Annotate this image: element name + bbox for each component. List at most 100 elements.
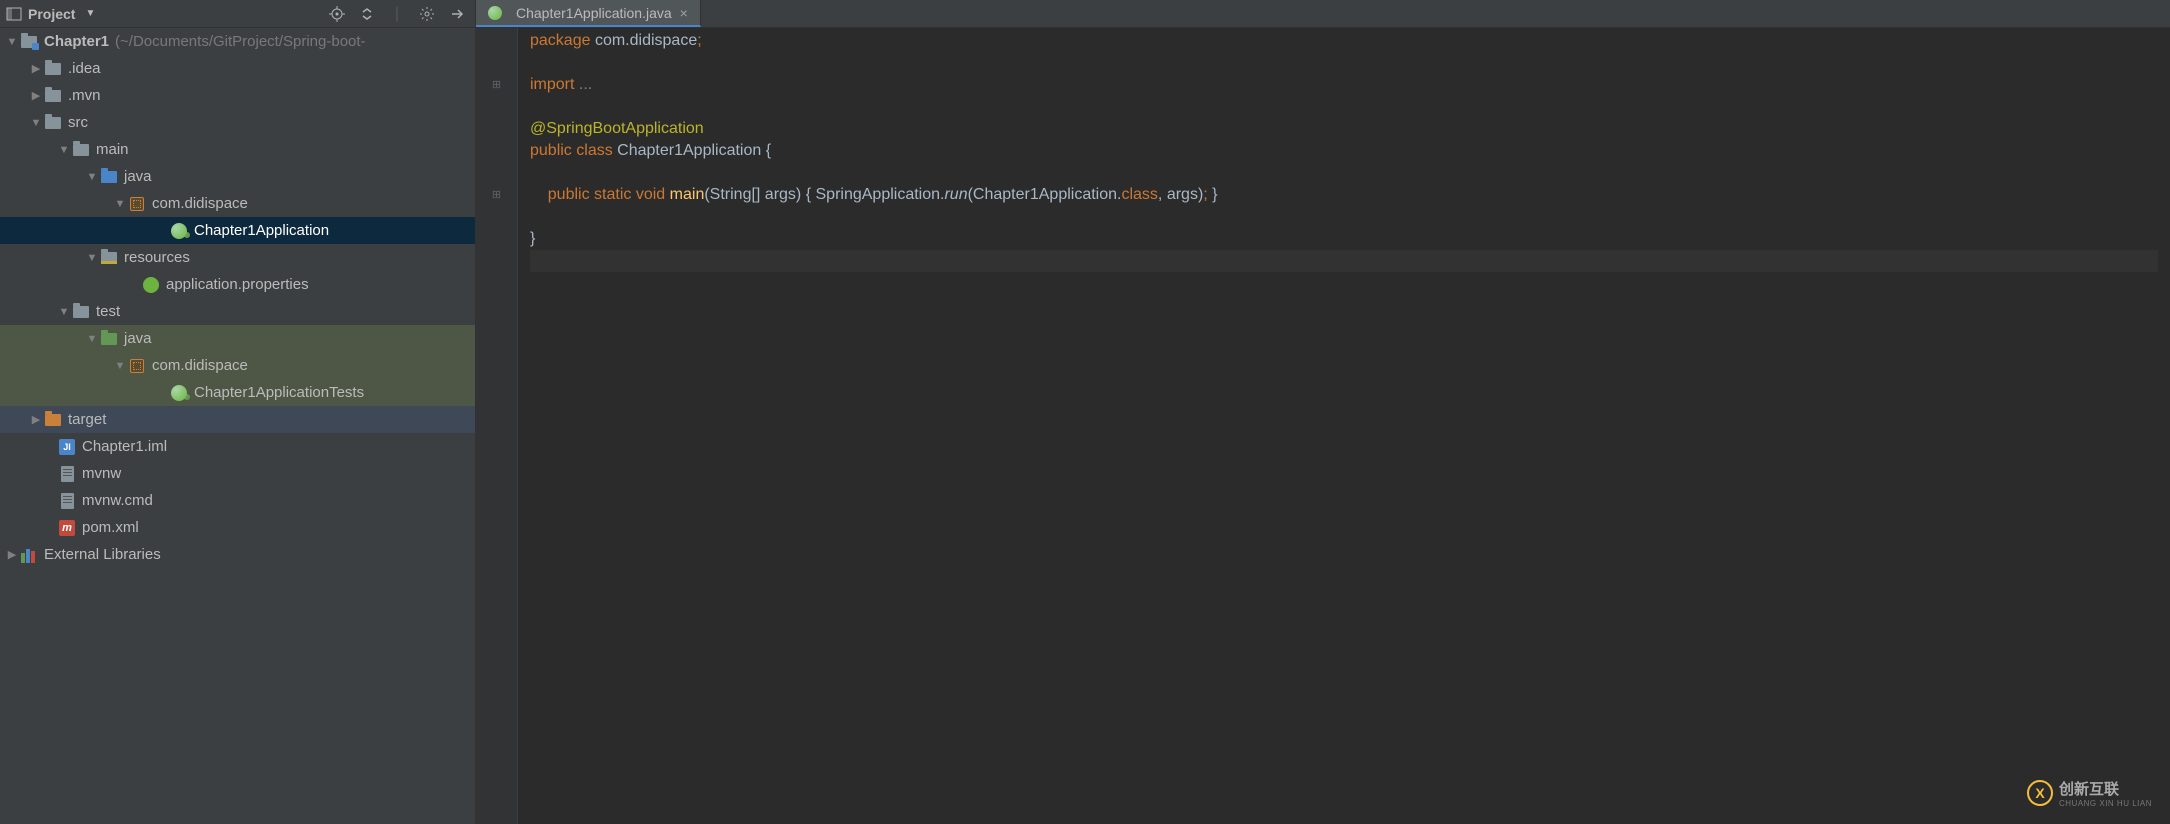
gutter-line	[476, 162, 517, 184]
code-token: public	[548, 186, 590, 203]
dropdown-arrow-icon[interactable]: ▼	[85, 8, 95, 19]
chevron-right-icon[interactable]	[30, 413, 42, 426]
text-file-icon	[58, 493, 76, 509]
code-token: void	[636, 186, 665, 203]
editor-area: Chapter1Application.java × ⊞ ⊞ package c…	[476, 0, 2170, 824]
code-token: }	[530, 230, 535, 247]
package-icon	[128, 358, 146, 374]
module-folder-icon	[20, 34, 38, 50]
tree-item-java-main[interactable]: java	[0, 163, 475, 190]
code-token: class	[1121, 186, 1157, 203]
code-token: ;	[697, 32, 701, 49]
chevron-right-icon[interactable]	[30, 89, 42, 102]
code-token: (Chapter1Application.	[968, 186, 1122, 203]
gutter-line	[476, 96, 517, 118]
tree-item-pkg-test[interactable]: com.didispace	[0, 352, 475, 379]
tree-item-main[interactable]: main	[0, 136, 475, 163]
code-token: }	[1208, 186, 1218, 203]
watermark: X 创新互联 CHUANG XIN HU LIAN	[2027, 778, 2152, 808]
tree-item-src[interactable]: src	[0, 109, 475, 136]
chevron-right-icon[interactable]	[30, 62, 42, 75]
tree-item-java-test[interactable]: java	[0, 325, 475, 352]
chevron-down-icon[interactable]	[30, 117, 42, 129]
code-token: run	[944, 186, 967, 203]
folder-icon	[72, 304, 90, 320]
locate-icon[interactable]	[327, 4, 347, 24]
code-token: SpringApplication.	[816, 186, 945, 203]
excluded-folder-icon	[44, 412, 62, 428]
project-tree: Chapter1 (~/Documents/GitProject/Spring-…	[0, 28, 475, 824]
code-token: import	[530, 76, 574, 93]
close-tab-icon[interactable]: ×	[678, 5, 690, 21]
code-token: {	[761, 142, 771, 159]
watermark-en: CHUANG XIN HU LIAN	[2059, 799, 2152, 808]
chevron-down-icon[interactable]	[6, 36, 18, 48]
tree-item-mvnw[interactable]: mvnw	[0, 460, 475, 487]
tree-item-idea[interactable]: .idea	[0, 55, 475, 82]
libraries-icon	[20, 547, 38, 563]
code-token: ...	[574, 76, 592, 93]
project-sidebar: Project ▼ | Chapter1 (~/Documents/GitPro…	[0, 0, 476, 824]
tab-filename: Chapter1Application.java	[516, 5, 672, 21]
src-folder-icon	[100, 169, 118, 185]
package-icon	[128, 196, 146, 212]
fold-expand-icon[interactable]: ⊞	[476, 74, 517, 96]
code-token: main	[670, 186, 705, 203]
tree-item-pom[interactable]: m pom.xml	[0, 514, 475, 541]
code-content[interactable]: package com.didispace; import ... @Sprin…	[518, 28, 2170, 824]
tree-item-pkg-main[interactable]: com.didispace	[0, 190, 475, 217]
collapse-all-icon[interactable]	[357, 4, 377, 24]
tree-item-app-props[interactable]: application.properties	[0, 271, 475, 298]
project-view-icon	[6, 6, 22, 22]
code-token: @SpringBootApplication	[530, 120, 704, 137]
tree-item-test-class[interactable]: Chapter1ApplicationTests	[0, 379, 475, 406]
spring-props-icon	[142, 277, 160, 293]
chevron-down-icon[interactable]	[58, 306, 70, 318]
text-file-icon	[58, 466, 76, 482]
sidebar-header: Project ▼ |	[0, 0, 475, 28]
root-label: Chapter1	[44, 33, 109, 50]
folder-icon	[44, 61, 62, 77]
code-token: com.didispace	[591, 32, 698, 49]
editor-tab[interactable]: Chapter1Application.java ×	[476, 0, 701, 27]
gutter-line	[476, 52, 517, 74]
gutter-line	[476, 30, 517, 52]
chevron-down-icon[interactable]	[58, 144, 70, 156]
sidebar-title[interactable]: Project	[28, 6, 75, 22]
chevron-right-icon[interactable]	[6, 548, 18, 561]
chevron-down-icon[interactable]	[86, 252, 98, 264]
resources-folder-icon	[100, 250, 118, 266]
gutter-line	[476, 228, 517, 250]
chevron-down-icon[interactable]	[114, 198, 126, 210]
gutter: ⊞ ⊞	[476, 28, 518, 824]
code-token: {	[801, 186, 815, 203]
divider-icon: |	[387, 4, 407, 24]
watermark-logo-icon: X	[2027, 780, 2053, 806]
folder-icon	[44, 115, 62, 131]
fold-expand-icon[interactable]: ⊞	[476, 184, 517, 206]
code-area[interactable]: ⊞ ⊞ package com.didispace; import ... @S…	[476, 28, 2170, 824]
code-token: public	[530, 142, 572, 159]
gutter-line	[476, 140, 517, 162]
chevron-down-icon[interactable]	[114, 360, 126, 372]
code-token: Chapter1Application	[617, 142, 761, 159]
tree-item-mvnw-cmd[interactable]: mvnw.cmd	[0, 487, 475, 514]
tree-item-mvn[interactable]: .mvn	[0, 82, 475, 109]
code-token: package	[530, 32, 591, 49]
tree-item-resources[interactable]: resources	[0, 244, 475, 271]
tree-item-iml[interactable]: JI Chapter1.iml	[0, 433, 475, 460]
root-path: (~/Documents/GitProject/Spring-boot-	[115, 33, 366, 50]
current-line-highlight	[530, 250, 2158, 272]
tree-item-test[interactable]: test	[0, 298, 475, 325]
tree-item-target[interactable]: target	[0, 406, 475, 433]
tree-item-ext-libs[interactable]: External Libraries	[0, 541, 475, 568]
settings-gear-icon[interactable]	[417, 4, 437, 24]
hide-icon[interactable]	[447, 4, 467, 24]
chevron-down-icon[interactable]	[86, 171, 98, 183]
tree-item-app-class[interactable]: Chapter1Application	[0, 217, 475, 244]
code-token: , args)	[1158, 186, 1203, 203]
maven-file-icon: m	[58, 520, 76, 536]
iml-file-icon: JI	[58, 439, 76, 455]
tree-root[interactable]: Chapter1 (~/Documents/GitProject/Spring-…	[0, 28, 475, 55]
chevron-down-icon[interactable]	[86, 333, 98, 345]
